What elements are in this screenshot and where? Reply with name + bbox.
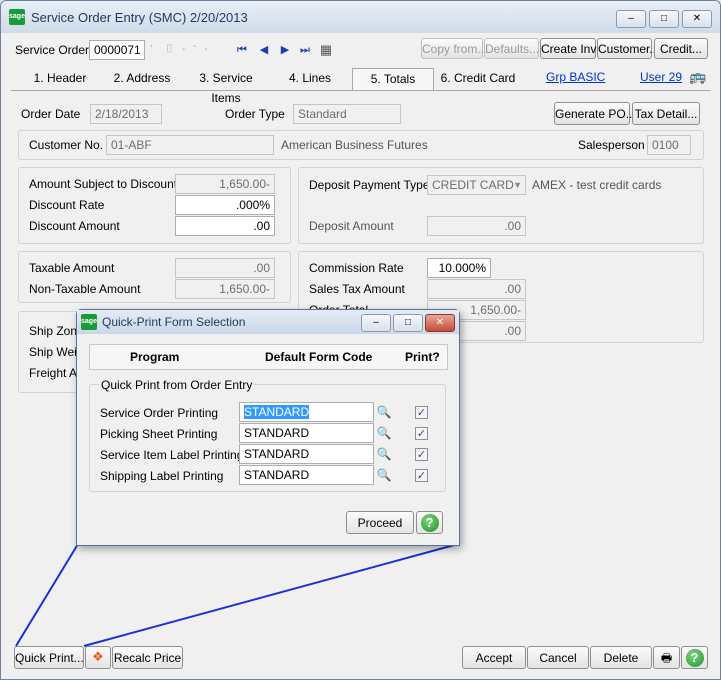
dialog-close-button[interactable]: ✕ — [425, 314, 455, 332]
form-code-selected-text: STANDARD — [244, 405, 310, 419]
print-checkbox[interactable]: ✓ — [415, 469, 428, 482]
dialog-sage-logo: sage — [81, 314, 97, 330]
row-program: Picking Sheet Printing — [100, 427, 218, 441]
magnifier-icon[interactable]: 🔍 — [375, 445, 393, 463]
dialog-title-bar: sage Quick-Print Form Selection ‒ □ ✕ — [77, 310, 459, 334]
form-code-field[interactable]: STANDARD — [239, 444, 374, 464]
magnifier-icon[interactable]: 🔍 — [375, 424, 393, 442]
help-icon: ? — [420, 514, 439, 532]
form-code-field[interactable]: STANDARD — [239, 423, 374, 443]
magnifier-icon[interactable]: 🔍 — [375, 466, 393, 484]
form-code-field[interactable]: STANDARD — [239, 465, 374, 485]
proceed-button[interactable]: Proceed — [346, 511, 414, 534]
dialog-title: Quick-Print Form Selection — [102, 315, 246, 329]
dialog-column-header: Program Default Form Code Print? — [89, 344, 448, 370]
row-program: Service Order Printing — [100, 406, 219, 420]
callout-line-right — [83, 543, 459, 647]
magnifier-icon[interactable]: 🔍 — [375, 403, 393, 421]
dialog-maximize-button[interactable]: □ — [393, 314, 423, 332]
quick-print-dialog: sage Quick-Print Form Selection ‒ □ ✕ Pr… — [76, 309, 460, 546]
group-label: Quick Print from Order Entry — [99, 377, 255, 393]
dialog-help-button[interactable]: ? — [416, 511, 443, 534]
dialog-minimize-button[interactable]: ‒ — [361, 314, 391, 332]
col-form-code: Default Form Code — [265, 350, 373, 364]
row-program: Service Item Label Printing — [100, 448, 244, 462]
print-checkbox[interactable]: ✓ — [415, 448, 428, 461]
col-print: Print? — [405, 350, 440, 364]
print-checkbox[interactable]: ✓ — [415, 427, 428, 440]
print-checkbox[interactable]: ✓ — [415, 406, 428, 419]
row-program: Shipping Label Printing — [100, 469, 224, 483]
col-program: Program — [130, 350, 180, 364]
form-code-field[interactable]: STANDARD — [239, 402, 374, 422]
callout-line-left — [15, 543, 79, 647]
